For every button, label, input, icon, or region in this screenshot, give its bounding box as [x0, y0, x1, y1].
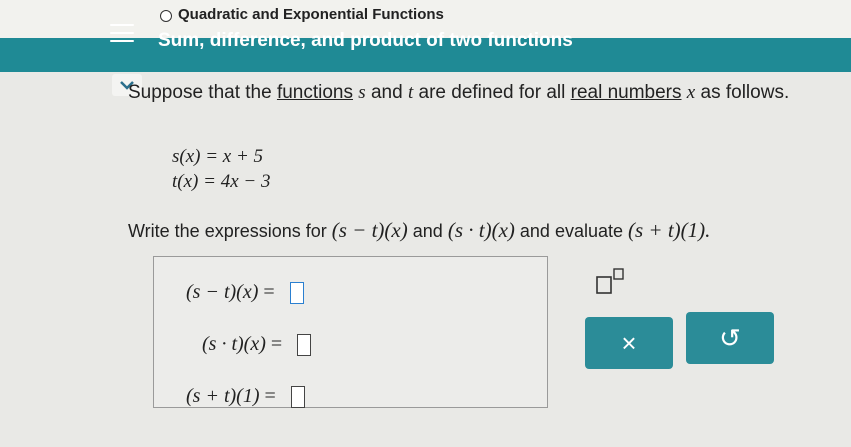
topic-title: Quadratic and Exponential Functions: [178, 6, 444, 23]
var-s: s: [358, 82, 366, 103]
instruction-expr3: (s + t)(1).: [628, 218, 711, 242]
var-x: x: [686, 82, 696, 103]
instruction-expr2: (s · t)(x): [447, 218, 515, 242]
product-input[interactable]: [297, 334, 312, 357]
prompt-end: as follows.: [700, 82, 790, 103]
answer-label: (s + t)(1): [186, 385, 260, 407]
var-t: t: [407, 82, 414, 103]
prompt-text: Suppose that the: [128, 82, 272, 103]
prompt-and: and: [370, 82, 403, 103]
answer-row-sum: (s + t)(1) =: [186, 385, 305, 409]
answer-label: (s · t)(x): [202, 333, 266, 355]
topic-progress-icon: [160, 10, 172, 22]
instruction-lead: Write the expressions for: [128, 221, 327, 241]
prompt-mid: are defined for all: [418, 82, 566, 103]
answer-label: (s − t)(x): [186, 281, 259, 303]
instruction-expr1: (s − t)(x): [331, 218, 408, 242]
real-numbers-link[interactable]: real numbers: [571, 82, 682, 103]
menu-icon[interactable]: [110, 24, 134, 42]
instruction-mid: and evaluate: [519, 221, 623, 241]
difference-input[interactable]: [289, 282, 304, 305]
definition-s: s(x) = x + 5: [172, 146, 263, 168]
instruction-and: and: [412, 221, 443, 241]
lesson-title: Sum, difference, and product of two func…: [158, 30, 573, 51]
definition-t-rhs: = 4x − 3: [203, 171, 271, 192]
definition-t: t(x) = 4x − 3: [172, 171, 270, 193]
functions-link[interactable]: functions: [277, 82, 353, 103]
exponent-button[interactable]: [593, 265, 627, 299]
definition-s-rhs: = x + 5: [205, 146, 264, 167]
answer-row-product: (s · t)(x) =: [202, 333, 312, 357]
sum-input[interactable]: [290, 386, 305, 409]
answer-box: (s − t)(x) = (s · t)(x) = (s + t)(1) =: [153, 256, 548, 409]
equals-sign: =: [264, 385, 276, 407]
definition-s-lhs: s(x): [172, 146, 201, 167]
clear-button[interactable]: ×: [585, 317, 673, 369]
equals-sign: =: [263, 281, 275, 303]
problem-statement: Suppose that the functions s and t are d…: [128, 82, 789, 104]
instruction: Write the expressions for (s − t)(x) and…: [128, 218, 710, 243]
undo-button[interactable]: ↺: [686, 312, 774, 364]
exponent-icon: [596, 268, 624, 294]
definition-t-lhs: t(x): [172, 171, 199, 192]
answer-row-difference: (s − t)(x) =: [186, 281, 304, 305]
equals-sign: =: [270, 333, 283, 355]
